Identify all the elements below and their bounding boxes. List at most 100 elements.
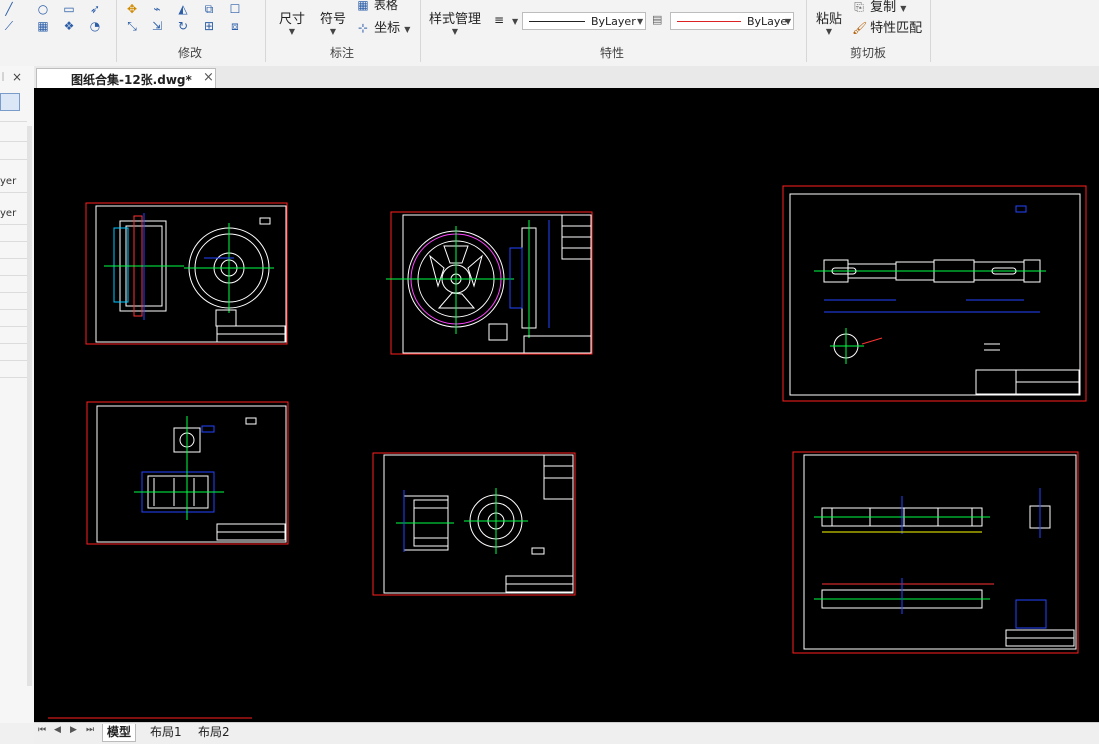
symbol-label: 符号 xyxy=(319,12,346,27)
first-tab-icon[interactable]: ⏮ xyxy=(38,725,46,735)
polyline-icon[interactable]: ⟋ xyxy=(2,19,16,33)
quick-select-icon[interactable] xyxy=(0,93,20,111)
rectangle-tool-icon[interactable]: ▭ xyxy=(62,2,76,16)
separator xyxy=(806,0,807,62)
group-label-properties: 特性 xyxy=(599,46,624,60)
divider xyxy=(0,192,27,193)
document-tab-title: 图纸合集-12张.dwg* xyxy=(71,73,192,87)
copy-obj-icon[interactable]: ⧉ xyxy=(202,2,216,16)
divider xyxy=(0,141,27,142)
tab-model[interactable]: 模型 xyxy=(102,724,137,742)
divider xyxy=(0,224,27,225)
tab-layout2[interactable]: 布局2 xyxy=(194,724,234,741)
divider xyxy=(0,360,27,361)
group-icon[interactable]: ❖ xyxy=(62,19,76,33)
coordinate-label: 坐标 xyxy=(374,21,401,36)
group-label-clipboard: 剪切板 xyxy=(849,46,886,60)
divider xyxy=(0,309,27,310)
divider xyxy=(0,121,27,122)
last-tab-icon[interactable]: ⏭ xyxy=(86,725,94,735)
lineweight-icon[interactable]: ▤ xyxy=(652,13,662,26)
hatch-icon[interactable]: ▦ xyxy=(36,19,50,33)
lineweight-icon[interactable]: ≡ xyxy=(494,13,504,27)
table-label: 表格 xyxy=(373,0,398,12)
sheet-pulley[interactable] xyxy=(85,202,288,345)
circle-tool-icon[interactable]: ○ xyxy=(36,2,50,16)
chevron-down-icon: ▼ xyxy=(785,17,792,26)
layer-item[interactable]: yer xyxy=(0,208,16,219)
drawing-canvas[interactable] xyxy=(34,88,1099,722)
move-icon[interactable]: ✥ xyxy=(125,2,139,16)
copy-button[interactable]: ⎘ 复制 ▼ xyxy=(852,0,906,15)
drawing-svg[interactable] xyxy=(34,88,1099,722)
sheet-bracket[interactable] xyxy=(86,401,289,545)
sheet-shaft[interactable] xyxy=(782,185,1087,402)
group-label-modify: 修改 xyxy=(177,46,202,60)
close-icon[interactable]: × xyxy=(203,70,214,85)
pin-icon[interactable]: ᛁ xyxy=(0,72,6,83)
chevron-down-icon: ▼ xyxy=(451,27,459,36)
scrollbar[interactable] xyxy=(27,126,32,686)
paste-button[interactable]: 粘贴 ▼ xyxy=(812,8,846,36)
dimension-button[interactable]: 尺寸 ▼ xyxy=(275,8,309,36)
linetype-select[interactable]: ByLayer ▼ xyxy=(522,12,646,30)
divider xyxy=(0,241,27,242)
close-icon[interactable]: × xyxy=(12,70,22,84)
tab-layout1[interactable]: 布局1 xyxy=(146,724,186,741)
separator xyxy=(420,0,421,62)
mirror-icon[interactable]: ◭ xyxy=(176,2,190,16)
divider xyxy=(0,326,27,327)
separator xyxy=(116,0,117,62)
divider xyxy=(0,275,27,276)
separator xyxy=(930,0,931,62)
line-tool-icon[interactable]: ╱ xyxy=(2,2,16,16)
next-tab-icon[interactable]: ▶ xyxy=(70,725,77,735)
line-sample xyxy=(529,21,585,22)
chevron-down-icon: ▼ xyxy=(825,27,833,36)
separator xyxy=(265,0,266,62)
sheet-double-shaft[interactable] xyxy=(792,451,1079,654)
color-value: ByLaye xyxy=(747,15,788,28)
pointer-icon[interactable]: ➶ xyxy=(88,2,102,16)
layer-item[interactable]: yer xyxy=(0,176,16,187)
array-icon[interactable]: ⊞ xyxy=(202,19,216,33)
layout-tab-bar: ⏮ ◀ ▶ ⏭ 模型 布局1 布局2 xyxy=(34,722,1099,744)
symbol-button[interactable]: 符号 ▼ xyxy=(316,8,350,36)
divider xyxy=(0,159,27,160)
chevron-down-icon: ▼ xyxy=(637,17,644,26)
chevron-down-icon[interactable]: ▼ xyxy=(512,17,518,26)
coordinate-button[interactable]: ⊹ 坐标 ▼ xyxy=(356,17,410,36)
erase-icon[interactable]: ☐ xyxy=(228,2,242,16)
match-properties-button[interactable]: 🖌 特性匹配 xyxy=(852,17,922,36)
table-icon: ▦ xyxy=(357,0,369,12)
chevron-down-icon: ▼ xyxy=(900,4,907,13)
sheet-wheel[interactable] xyxy=(386,211,593,355)
properties-panel: ᛁ × yer yer xyxy=(0,66,35,723)
divider xyxy=(0,343,27,344)
table-button[interactable]: ▦ 表格 xyxy=(356,0,398,13)
chevron-down-icon: ▼ xyxy=(329,27,337,36)
document-tab[interactable]: 图纸合集-12张.dwg* × xyxy=(36,68,216,88)
dimension-label: 尺寸 xyxy=(278,12,305,27)
style-manager-button[interactable]: 样式管理 ▼ xyxy=(426,8,484,36)
chevron-down-icon: ▼ xyxy=(404,25,411,34)
scale-icon[interactable]: ⤡ xyxy=(125,19,139,33)
linetype-value: ByLayer xyxy=(591,15,636,28)
color-select[interactable]: ByLaye ▼ xyxy=(670,12,794,30)
sheet-gear[interactable] xyxy=(372,452,576,596)
rotate-icon[interactable]: ↻ xyxy=(176,19,190,33)
group-label-annotation: 标注 xyxy=(329,46,354,60)
coordinate-icon: ⊹ xyxy=(357,21,369,35)
chevron-down-icon: ▼ xyxy=(288,27,296,36)
region-icon[interactable]: ◔ xyxy=(88,19,102,33)
divider xyxy=(0,377,27,378)
stretch-icon[interactable]: ⇲ xyxy=(150,19,164,33)
offset-icon[interactable]: ⧈ xyxy=(228,19,242,33)
style-manager-label: 样式管理 xyxy=(428,12,481,27)
prev-tab-icon[interactable]: ◀ xyxy=(54,725,61,735)
ribbon: ╱ ○ ▭ ➶ ⟋ ▦ ❖ ◔ ✥ ⌁ ◭ ⧉ ☐ ⤡ ⇲ ↻ ⊞ ⧈ 修改 尺… xyxy=(0,0,1099,67)
brush-icon: 🖌 xyxy=(852,21,868,35)
copy-icon: ⎘ xyxy=(854,0,864,14)
trim-icon[interactable]: ⌁ xyxy=(150,2,164,16)
color-line-sample xyxy=(677,21,741,22)
